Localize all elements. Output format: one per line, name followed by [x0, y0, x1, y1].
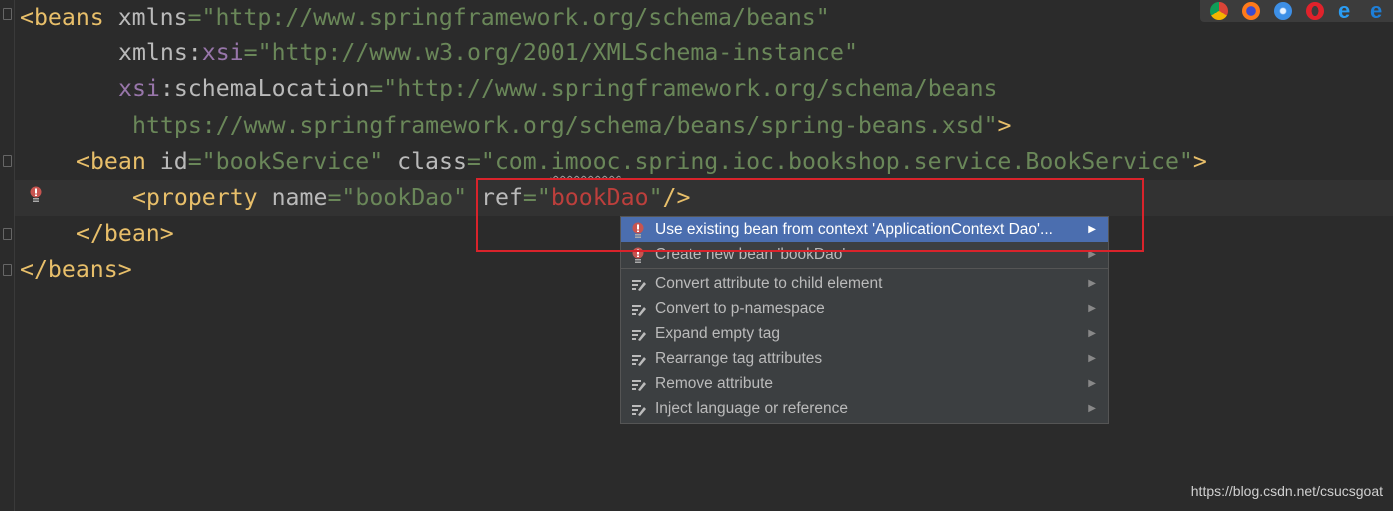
- string: https://www.springframework.org/schema/b…: [132, 112, 998, 139]
- submenu-arrow-icon[interactable]: ▶: [1088, 321, 1096, 346]
- annotation-highlight-box: [476, 178, 1144, 252]
- code-line[interactable]: https://www.springframework.org/schema/b…: [132, 108, 1012, 144]
- edge-icon[interactable]: e: [1370, 0, 1388, 22]
- editor-gutter: [0, 0, 15, 511]
- fold-icon[interactable]: [3, 264, 12, 276]
- eq: =: [187, 148, 202, 175]
- menu-item-label: Convert attribute to child element: [655, 275, 883, 292]
- menu-item[interactable]: Rearrange tag attributes ▶: [621, 346, 1108, 371]
- firefox-icon[interactable]: [1242, 2, 1260, 20]
- code-line[interactable]: <bean id="bookService" class="com.imooc.…: [76, 144, 1207, 180]
- submenu-arrow-icon[interactable]: ▶: [1088, 271, 1096, 296]
- menu-item-label: Expand empty tag: [655, 325, 780, 342]
- eq: =: [327, 184, 342, 211]
- string-typo: imooc: [550, 148, 621, 175]
- string: "com.: [480, 148, 551, 175]
- attr: class: [383, 148, 467, 175]
- code-line[interactable]: <beans xmlns="http://www.springframework…: [20, 0, 830, 36]
- menu-item-label: Remove attribute: [655, 375, 774, 392]
- submenu-arrow-icon[interactable]: ▶: [1088, 396, 1096, 421]
- menu-item[interactable]: Expand empty tag ▶: [621, 321, 1108, 346]
- code-line[interactable]: xsi:schemaLocation="http://www.springfra…: [118, 71, 998, 107]
- menu-item-label: Rearrange tag attributes: [655, 350, 823, 367]
- code-line[interactable]: xmlns:xsi="http://www.w3.org/2001/XMLSch…: [118, 35, 858, 71]
- error-bulb-icon[interactable]: [30, 186, 42, 204]
- string: .spring.ioc.bookshop.service.BookService…: [620, 148, 1193, 175]
- menu-item[interactable]: Convert attribute to child element ▶: [621, 271, 1108, 296]
- browser-preview-bar: e e: [1200, 0, 1393, 22]
- ie-icon[interactable]: e: [1338, 0, 1356, 22]
- attr: name: [257, 184, 328, 211]
- eq: =: [187, 4, 202, 31]
- attr: xmlns:: [118, 39, 202, 66]
- intention-icon: [631, 401, 647, 417]
- watermark: https://blog.csdn.net/csucsgoat: [1190, 483, 1383, 499]
- submenu-arrow-icon[interactable]: ▶: [1088, 371, 1096, 396]
- attr: id: [145, 148, 188, 175]
- tag: </bean>: [76, 220, 174, 247]
- fold-icon[interactable]: [3, 155, 12, 167]
- string: "http://www.springframework.org/schema/b…: [383, 75, 998, 102]
- intention-icon: [631, 326, 647, 342]
- ns: xsi: [118, 75, 160, 102]
- ns: xsi: [201, 39, 244, 66]
- eq: =: [369, 75, 384, 102]
- string: "http://www.springframework.org/schema/b…: [201, 4, 830, 31]
- string: "bookService": [201, 148, 384, 175]
- tag: <bean: [76, 148, 146, 175]
- menu-item-label: Convert to p-namespace: [655, 300, 825, 317]
- menu-item-label: Inject language or reference: [655, 400, 849, 417]
- fold-icon[interactable]: [3, 228, 12, 240]
- tag: </beans>: [20, 256, 132, 283]
- intention-icon: [631, 301, 647, 317]
- chrome-icon[interactable]: [1210, 2, 1228, 20]
- tag: >: [997, 112, 1012, 139]
- opera-icon[interactable]: [1306, 2, 1324, 20]
- submenu-arrow-icon[interactable]: ▶: [1088, 296, 1096, 321]
- menu-item[interactable]: Convert to p-namespace ▶: [621, 296, 1108, 321]
- attr: :schemaLocation: [159, 75, 370, 102]
- code-line[interactable]: </beans>: [20, 252, 132, 288]
- intention-icon: [631, 276, 647, 292]
- menu-item[interactable]: Inject language or reference ▶: [621, 396, 1108, 421]
- safari-icon[interactable]: [1274, 2, 1292, 20]
- attr: xmlns: [103, 4, 188, 31]
- menu-item[interactable]: Remove attribute ▶: [621, 371, 1108, 396]
- code-line[interactable]: </bean>: [76, 216, 174, 252]
- submenu-arrow-icon[interactable]: ▶: [1088, 346, 1096, 371]
- string: "http://www.w3.org/2001/XMLSchema-instan…: [257, 39, 858, 66]
- menu-separator: [621, 268, 1108, 269]
- eq: =: [466, 148, 481, 175]
- eq: =: [243, 39, 258, 66]
- intention-icon: [631, 376, 647, 392]
- fold-icon[interactable]: [3, 8, 12, 20]
- string: "bookDao": [341, 184, 468, 211]
- tag: <beans: [20, 4, 104, 31]
- tag: <property: [132, 184, 258, 211]
- tag: >: [1192, 148, 1207, 175]
- intention-icon: [631, 351, 647, 367]
